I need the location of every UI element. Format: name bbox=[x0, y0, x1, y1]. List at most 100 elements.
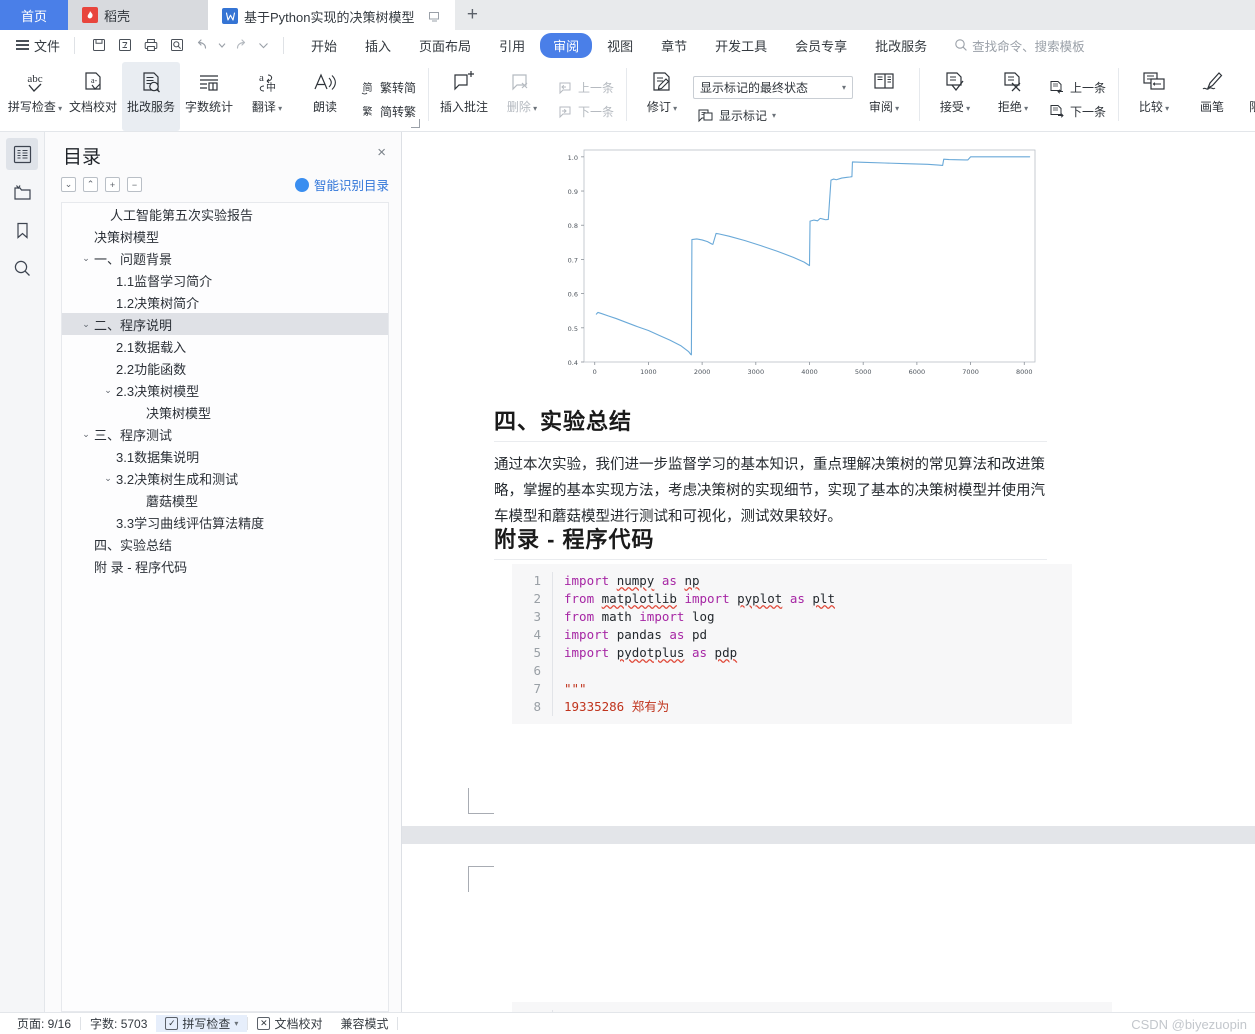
outline-item-16[interactable]: 附 录 - 程序代码 bbox=[62, 555, 388, 577]
chapter-rail-icon[interactable] bbox=[6, 176, 38, 208]
svg-text:abc: abc bbox=[27, 73, 42, 85]
read-aloud-button[interactable]: 朗读 bbox=[296, 62, 354, 131]
outline-item-2[interactable]: ⌄ 一、问题背景 bbox=[62, 247, 388, 269]
outline-item-15[interactable]: 四、实验总结 bbox=[62, 533, 388, 555]
tab-daoke[interactable]: 稻壳 bbox=[68, 0, 208, 30]
outline-item-6[interactable]: 2.1数据载入 bbox=[62, 335, 388, 357]
proofread-status-button[interactable]: ✕ 文档校对 bbox=[248, 1015, 331, 1032]
heading-appendix: 附录 - 程序代码 bbox=[494, 522, 1047, 560]
customize-qat-icon[interactable] bbox=[255, 34, 271, 56]
prev-comment-button[interactable]: 上一条 bbox=[553, 77, 618, 98]
outline-item-5[interactable]: ⌄ 二、程序说明 bbox=[62, 313, 388, 335]
new-tab-label: + bbox=[466, 4, 479, 25]
doc-proofread-button[interactable]: a- 文档校对 bbox=[64, 62, 122, 131]
save-as-icon[interactable] bbox=[113, 34, 137, 56]
track-changes-button[interactable]: 修订 ▾ bbox=[633, 62, 691, 131]
collapse-all-button[interactable]: − bbox=[127, 177, 142, 192]
next-change-button[interactable]: 下一条 bbox=[1044, 101, 1110, 122]
code-block-page-10[interactable]: 9 人工智能作业 - 实现ID3决策树 10 """ 11 12 nonce =… bbox=[512, 1002, 1112, 1012]
chevron-down-icon: ⌄ bbox=[82, 252, 90, 263]
outline-item-4[interactable]: 1.2决策树简介 bbox=[62, 291, 388, 313]
tab-home[interactable]: 首页 bbox=[0, 0, 68, 30]
save-icon[interactable] bbox=[87, 34, 111, 56]
tab-member-exclusive[interactable]: 会员专享 bbox=[782, 33, 860, 58]
next-comment-button[interactable]: 下一条 bbox=[553, 101, 618, 122]
new-tab-button[interactable]: + bbox=[455, 0, 490, 30]
tab-review[interactable]: 审阅 bbox=[540, 32, 593, 58]
outline-item-7[interactable]: 2.2功能函数 bbox=[62, 357, 388, 379]
simp-to-trad-icon: 繁 bbox=[360, 104, 375, 119]
word-count-indicator[interactable]: 字数: 5703 bbox=[81, 1015, 156, 1032]
accept-button[interactable]: 接受 ▾ bbox=[926, 62, 984, 131]
outline-item-label: 2.1数据载入 bbox=[116, 339, 187, 355]
outline-list[interactable]: 人工智能第五次实验报告 决策树模型 ⌄ 一、问题背景 1.1监督学习简介 1.2… bbox=[61, 202, 389, 1012]
tab-insert[interactable]: 插入 bbox=[352, 33, 404, 58]
word-count-button[interactable]: 字数统计 bbox=[180, 62, 238, 131]
command-search[interactable]: 查找命令、搜索模板 bbox=[954, 36, 1085, 55]
smart-toc-button[interactable]: 智能识别目录 bbox=[294, 175, 389, 194]
page-indicator[interactable]: 页面: 9/16 bbox=[8, 1015, 80, 1032]
collapse-up-button[interactable]: ⌃ bbox=[83, 177, 98, 192]
outline-item-13[interactable]: 蘑菇模型 bbox=[62, 489, 388, 511]
tab-view[interactable]: 视图 bbox=[594, 33, 646, 58]
outline-item-14[interactable]: 3.3学习曲线评估算法精度 bbox=[62, 511, 388, 533]
outline-item-label: 2.3决策树模型 bbox=[116, 383, 200, 399]
outline-item-12[interactable]: ⌄ 3.2决策树生成和测试 bbox=[62, 467, 388, 489]
delete-comment-button[interactable]: 删除 ▾ bbox=[493, 62, 551, 131]
restrict-edit-button[interactable]: 限制编辑 bbox=[1241, 62, 1255, 131]
brush-button[interactable]: 画笔 bbox=[1183, 62, 1241, 131]
tab-references[interactable]: 引用 bbox=[486, 33, 538, 58]
outline-item-10[interactable]: ⌄ 三、程序测试 bbox=[62, 423, 388, 445]
outline-item-9[interactable]: 决策树模型 bbox=[62, 401, 388, 423]
show-markup-button[interactable]: 显示标记 ▾ bbox=[693, 105, 853, 126]
trad-to-simp-button[interactable]: 简 繁转简 bbox=[356, 77, 420, 98]
insert-comment-button[interactable]: 插入批注 bbox=[435, 62, 493, 131]
tab-developer-tools[interactable]: 开发工具 bbox=[702, 33, 780, 58]
spellcheck-status-button[interactable]: ✓ 拼写检查 ▾ bbox=[156, 1015, 248, 1032]
outline-item-1[interactable]: 决策树模型 bbox=[62, 225, 388, 247]
outline-item-0[interactable]: 人工智能第五次实验报告 bbox=[62, 203, 388, 225]
outline-item-3[interactable]: 1.1监督学习简介 bbox=[62, 269, 388, 291]
outline-item-11[interactable]: 3.1数据集说明 bbox=[62, 445, 388, 467]
file-menu-button[interactable]: 文件 bbox=[8, 36, 68, 55]
restore-window-icon[interactable] bbox=[428, 10, 441, 23]
collapse-down-button[interactable]: ⌄ bbox=[61, 177, 76, 192]
code-block-page-9[interactable]: 1 import numpy as np 2 from matplotlib i… bbox=[512, 564, 1072, 724]
redo-icon[interactable] bbox=[229, 34, 253, 56]
watermark: CSDN @biyezuopin bbox=[1131, 1017, 1247, 1032]
document-canvas[interactable]: 0.4 0.5 0.6 0.7 0.8 0.9 1.0 0 1000 2000 3000 4000 50… bbox=[402, 132, 1255, 1012]
tab-start[interactable]: 开始 bbox=[298, 33, 350, 58]
bookmark-rail-icon[interactable] bbox=[6, 214, 38, 246]
review-pane-button[interactable]: 审阅 ▾ bbox=[855, 62, 913, 131]
proofing-dialog-launcher[interactable] bbox=[411, 119, 421, 128]
tab-document[interactable]: 基于Python实现的决策树模型 bbox=[208, 0, 456, 30]
menu-bar: 文件 开始 插入 页面布局 引用 审阅 视图 章节 开发工具 会员专享 批改服务… bbox=[0, 30, 1255, 60]
spellcheck-button[interactable]: abc 拼写检查 ▾ bbox=[6, 62, 64, 131]
restrict-edit-label: 限制编辑 bbox=[1249, 100, 1255, 114]
quick-access-toolbar bbox=[81, 34, 277, 56]
print-preview-icon[interactable] bbox=[165, 34, 189, 56]
translate-button[interactable]: a中 翻译 ▾ bbox=[238, 62, 296, 131]
expand-all-button[interactable]: + bbox=[105, 177, 120, 192]
line-number: 4 bbox=[533, 627, 541, 642]
svg-text:0: 0 bbox=[593, 368, 597, 376]
tab-chapter[interactable]: 章节 bbox=[648, 33, 700, 58]
outline-rail-icon[interactable] bbox=[6, 138, 38, 170]
reject-button[interactable]: 拒绝 ▾ bbox=[984, 62, 1042, 131]
compare-button[interactable]: 比较 ▾ bbox=[1125, 62, 1183, 131]
next-comment-label: 下一条 bbox=[578, 105, 615, 119]
search-rail-icon[interactable] bbox=[6, 252, 38, 284]
tab-correction-service[interactable]: 批改服务 bbox=[862, 33, 940, 58]
reject-label: 拒绝 bbox=[997, 100, 1022, 114]
prev-change-button[interactable]: 上一条 bbox=[1044, 77, 1110, 98]
outline-item-8[interactable]: ⌄ 2.3决策树模型 bbox=[62, 379, 388, 401]
wps-writer-window: 首页 稻壳 基于Python实现的决策树模型 + 文件 开始 插入 页面布局 引… bbox=[0, 0, 1255, 1034]
undo-dropdown-icon[interactable] bbox=[217, 34, 227, 56]
print-icon[interactable] bbox=[139, 34, 163, 56]
undo-icon[interactable] bbox=[191, 34, 215, 56]
doc-proofread-label: 文档校对 bbox=[68, 100, 117, 114]
tab-page-layout[interactable]: 页面布局 bbox=[406, 33, 484, 58]
correction-service-button[interactable]: 批改服务 bbox=[122, 62, 180, 131]
markup-state-combo[interactable]: 显示标记的最终状态 ▾ bbox=[693, 75, 854, 99]
close-icon[interactable]: × bbox=[374, 142, 389, 163]
